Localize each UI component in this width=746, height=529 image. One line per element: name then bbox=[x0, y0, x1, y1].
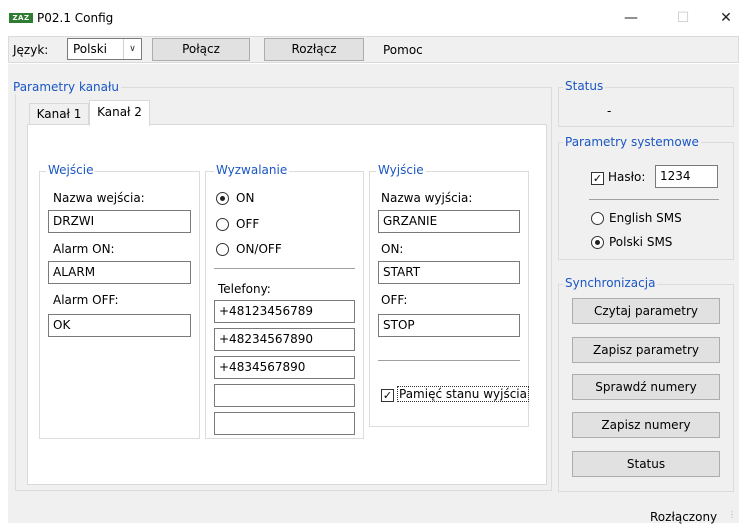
language-label: Język: bbox=[13, 43, 49, 57]
output-on-field[interactable]: START bbox=[378, 261, 520, 284]
title-bar: ZAZ P02.1 Config — ☐ ✕ bbox=[0, 0, 746, 36]
password-field[interactable]: 1234 bbox=[655, 165, 718, 188]
system-divider bbox=[589, 199, 719, 200]
polish-sms-radio[interactable] bbox=[591, 236, 604, 249]
disconnect-button[interactable]: Rozłącz bbox=[264, 38, 364, 61]
output-name-field[interactable]: GRZANIE bbox=[378, 210, 520, 233]
close-button[interactable]: ✕ bbox=[706, 6, 746, 30]
tab-channel-2[interactable]: Kanał 2 bbox=[89, 100, 150, 126]
phone-field-1[interactable]: +48123456789 bbox=[214, 300, 355, 323]
alarm-on-label: Alarm ON: bbox=[53, 242, 115, 256]
trigger-off-radio[interactable] bbox=[216, 218, 229, 231]
output-divider bbox=[378, 360, 520, 361]
help-menu[interactable]: Pomoc bbox=[383, 43, 423, 57]
trigger-onoff-label[interactable]: ON/OFF bbox=[236, 242, 282, 256]
phone-field-3[interactable]: +4834567890 bbox=[214, 356, 355, 379]
window-title: P02.1 Config bbox=[37, 11, 114, 25]
output-memory-label[interactable]: Pamięć stanu wyjścia bbox=[397, 386, 529, 402]
trigger-divider bbox=[214, 268, 355, 269]
english-sms-radio[interactable] bbox=[591, 212, 604, 225]
input-name-field[interactable]: DRZWI bbox=[48, 210, 191, 233]
output-memory-checkbox[interactable]: ✓ bbox=[381, 389, 394, 402]
output-off-label: OFF: bbox=[381, 293, 408, 307]
maximize-button[interactable]: ☐ bbox=[663, 6, 703, 30]
output-on-label: ON: bbox=[381, 242, 404, 256]
status-group-title: Status bbox=[563, 79, 606, 93]
alarm-off-label: Alarm OFF: bbox=[53, 293, 119, 307]
trigger-group-title: Wyzwalanie bbox=[214, 163, 290, 177]
polish-sms-label[interactable]: Polski SMS bbox=[609, 235, 672, 249]
phones-label: Telefony: bbox=[218, 282, 271, 296]
language-select[interactable]: Polski ∨ bbox=[67, 38, 142, 60]
status-value: - bbox=[607, 104, 612, 118]
output-off-field[interactable]: STOP bbox=[378, 314, 520, 337]
english-sms-label[interactable]: English SMS bbox=[609, 211, 682, 225]
system-params-title: Parametry systemowe bbox=[563, 135, 701, 149]
status-group bbox=[558, 87, 734, 127]
save-numbers-button[interactable]: Zapisz numery bbox=[572, 412, 720, 438]
output-name-label: Nazwa wyjścia: bbox=[381, 191, 473, 205]
tab-channel-1[interactable]: Kanał 1 bbox=[29, 103, 89, 125]
language-select-value: Polski bbox=[73, 42, 108, 56]
trigger-off-label[interactable]: OFF bbox=[236, 217, 259, 231]
status-button[interactable]: Status bbox=[572, 451, 720, 477]
minimize-button[interactable]: — bbox=[611, 6, 651, 30]
trigger-on-radio[interactable] bbox=[216, 192, 229, 205]
trigger-on-label[interactable]: ON bbox=[236, 191, 254, 205]
save-params-button[interactable]: Zapisz parametry bbox=[572, 337, 720, 363]
alarm-off-field[interactable]: OK bbox=[48, 314, 191, 337]
resize-grip-icon[interactable]: ⋮ bbox=[728, 510, 736, 519]
toolbar: Język: Polski ∨ Połącz Rozłącz Pomoc bbox=[8, 36, 739, 63]
trigger-onoff-radio[interactable] bbox=[216, 243, 229, 256]
input-name-label: Nazwa wejścia: bbox=[53, 191, 145, 205]
channel-params-title: Parametry kanału bbox=[11, 80, 122, 94]
read-params-button[interactable]: Czytaj parametry bbox=[572, 298, 720, 324]
check-numbers-button[interactable]: Sprawdź numery bbox=[572, 374, 720, 400]
password-checkbox[interactable]: ✓ bbox=[591, 172, 604, 185]
input-group-title: Wejście bbox=[46, 163, 96, 177]
phone-field-4[interactable] bbox=[214, 384, 355, 407]
connect-button[interactable]: Połącz bbox=[152, 38, 250, 61]
sync-group-title: Synchronizacja bbox=[563, 276, 658, 290]
phone-field-2[interactable]: +48234567890 bbox=[214, 328, 355, 351]
app-logo-icon: ZAZ bbox=[9, 13, 33, 23]
chevron-down-icon[interactable]: ∨ bbox=[123, 39, 141, 59]
password-label[interactable]: Hasło: bbox=[608, 170, 645, 184]
alarm-on-field[interactable]: ALARM bbox=[48, 261, 191, 284]
output-group-title: Wyjście bbox=[376, 163, 426, 177]
phone-field-5[interactable] bbox=[214, 412, 355, 435]
connection-status: Rozłączony bbox=[650, 510, 718, 524]
